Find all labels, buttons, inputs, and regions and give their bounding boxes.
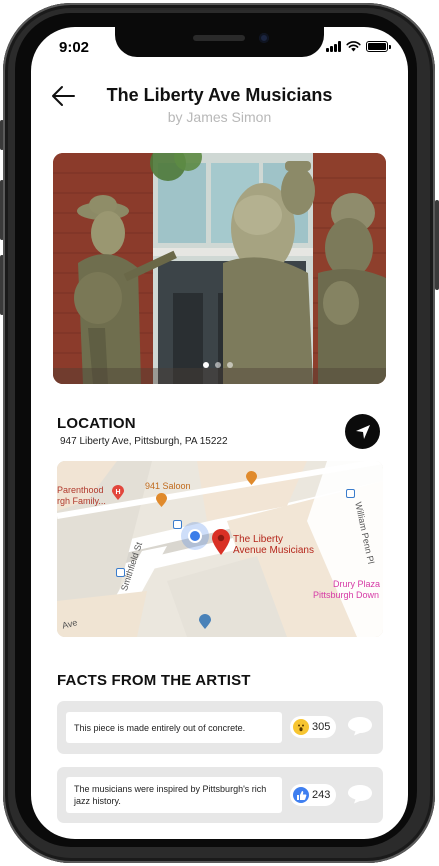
map-pin-label: The Liberty — [233, 534, 284, 545]
current-location-dot — [181, 522, 209, 550]
map-label-saloon: 941 Saloon — [145, 481, 191, 491]
reaction-button[interactable]: 243 — [290, 784, 337, 806]
carousel-dot-3[interactable] — [227, 362, 233, 368]
reaction-count: 243 — [312, 789, 331, 801]
status-time: 9:02 — [59, 39, 90, 56]
bar-marker-icon — [156, 493, 167, 507]
wifi-icon — [346, 41, 361, 52]
front-camera — [259, 33, 269, 43]
directions-button[interactable] — [345, 414, 380, 449]
svg-text:H: H — [115, 489, 120, 496]
map-label-drury-line2: Pittsburgh Down — [313, 590, 380, 600]
carousel-dot-2[interactable] — [215, 362, 221, 368]
fact-text: The musicians were inspired by Pittsburg… — [66, 777, 282, 813]
location-address: 947 Liberty Ave, Pittsburgh, PA 15222 — [60, 436, 228, 447]
power-button — [435, 200, 439, 290]
location-map[interactable]: H Parenthood rgh Family... 941 Saloon Th… — [57, 461, 383, 637]
map-pin-label-line2: Avenue Musicians — [233, 545, 314, 556]
location-pin-icon — [212, 529, 230, 555]
location-heading: LOCATION — [57, 415, 136, 432]
sculpture-photo-carousel[interactable] — [53, 153, 386, 384]
fact-text: This piece is made entirely out of concr… — [66, 712, 282, 743]
surprised-face-icon — [293, 719, 309, 735]
map-label-parenthood: Parenthood — [57, 485, 104, 495]
comment-icon[interactable] — [347, 784, 373, 804]
status-icons — [326, 41, 391, 52]
hospital-marker-icon: H — [112, 485, 124, 500]
map-label-parenthood-line2: rgh Family... — [57, 496, 106, 506]
map-label-drury: Drury Plaza — [333, 579, 381, 589]
transit-stop-icon — [173, 520, 182, 529]
transit-stop-icon-3 — [346, 489, 355, 498]
restaurant-marker-icon — [246, 471, 257, 485]
thumbs-up-icon — [293, 787, 309, 803]
battery-icon — [366, 41, 391, 52]
notch — [115, 27, 324, 57]
sculpture-photo — [53, 153, 386, 384]
artist-byline: by James Simon — [167, 109, 272, 125]
comment-icon[interactable] — [347, 716, 373, 736]
poi-marker-icon — [199, 614, 211, 629]
fact-card: This piece is made entirely out of concr… — [57, 701, 383, 754]
carousel-dots[interactable] — [203, 362, 233, 368]
navigation-arrow-icon — [355, 424, 370, 439]
facts-heading: FACTS FROM THE ARTIST — [57, 672, 251, 689]
carousel-dot-1[interactable] — [203, 362, 209, 368]
speaker-grille — [193, 35, 245, 41]
reaction-button[interactable]: 305 — [290, 716, 337, 738]
cellular-signal-icon — [326, 41, 341, 52]
page-title: The Liberty Ave Musicians — [106, 85, 333, 105]
app-screen: 9:02 The Liberty Ave Musicians by James … — [31, 27, 408, 839]
fact-card: The musicians were inspired by Pittsburg… — [57, 767, 383, 823]
reaction-count: 305 — [312, 721, 331, 733]
